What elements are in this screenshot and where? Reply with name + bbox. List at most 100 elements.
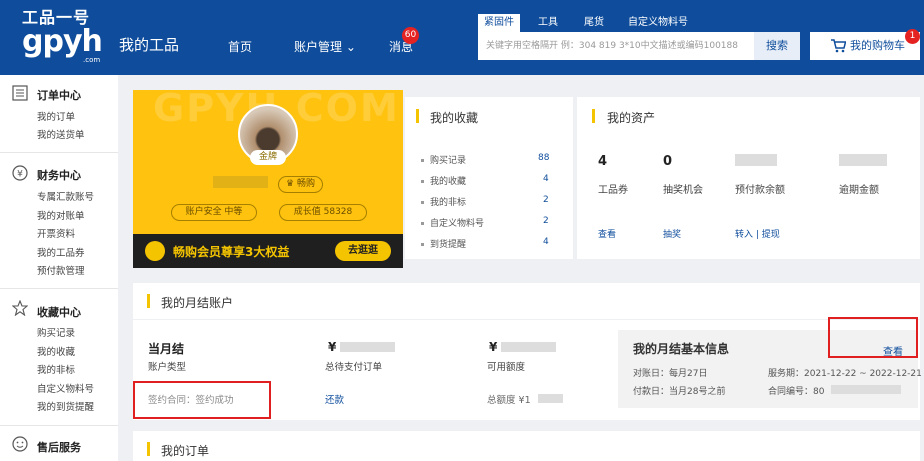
sidebar-divider xyxy=(0,288,118,289)
sidebar-item-purchase-history[interactable]: 购买记录 xyxy=(37,325,75,339)
search-button[interactable]: 搜索 xyxy=(754,32,800,60)
sidebar-item-my-orders[interactable]: 我的订单 xyxy=(37,109,75,123)
bullet xyxy=(421,243,424,246)
top-header: 工品一号 gpyh .com 我的工品 首页 账户管理 ⌄ 消息 60 紧固件 … xyxy=(0,0,924,75)
sidebar-divider xyxy=(0,425,118,426)
assets-card: 我的资产 4 工品券 查看 0 抽奖机会 抽奖 预付款余额 转入 | 提现 逾期… xyxy=(577,97,920,259)
overdue-value-redacted xyxy=(839,154,887,166)
growth-value[interactable]: 成长值 58328 xyxy=(279,204,367,221)
monthly-header: 我的月结账户 xyxy=(133,283,920,319)
site-logo[interactable]: 工品一号 gpyh .com xyxy=(22,9,103,65)
site-title: 我的工品 xyxy=(119,36,180,54)
pending-label: 总待支付订单 xyxy=(325,362,383,373)
sidebar-group-favorites: 收藏中心 xyxy=(37,306,81,319)
favorites-row-alerts[interactable]: 到货提醒 xyxy=(421,237,466,250)
tab-tools[interactable]: 工具 xyxy=(538,14,558,32)
favorites-title: 我的收藏 xyxy=(430,111,479,125)
logo-sub-text: .com xyxy=(83,56,101,64)
member-badge: ♛ 畅购 xyxy=(278,176,323,193)
row-label: 购买记录 xyxy=(430,156,467,166)
assets-title: 我的资产 xyxy=(607,111,656,125)
bullet xyxy=(421,201,424,204)
list-icon xyxy=(12,85,28,101)
sidebar-group-finance: 财务中心 xyxy=(37,169,81,182)
title-accent xyxy=(416,109,419,123)
service-period: 服务期：2021-12-22 ~ 2022-12-21 xyxy=(768,369,922,379)
pending-value-redacted xyxy=(340,342,395,352)
lottery-label: 抽奖机会 xyxy=(663,185,703,196)
row-count[interactable]: 4 xyxy=(543,237,549,247)
sidebar-group-after-sales[interactable]: 售后服务 xyxy=(37,439,81,455)
coupon-count: 4 xyxy=(598,154,608,169)
lottery-link[interactable]: 抽奖 xyxy=(663,227,681,240)
sidebar-item-delivery-notes[interactable]: 我的送货单 xyxy=(37,127,85,141)
search-input[interactable]: 关键字用空格隔开 例：304 819 3*10中文描述或编码100188 xyxy=(478,32,754,60)
row-count[interactable]: 88 xyxy=(538,153,549,163)
nav-home[interactable]: 首页 xyxy=(228,38,252,55)
tab-fasteners[interactable]: 紧固件 xyxy=(478,14,520,32)
sidebar-item-statements[interactable]: 我的对账单 xyxy=(37,208,85,222)
orders-card: 我的订单 xyxy=(133,431,920,461)
member-level-tag: 金牌 xyxy=(250,150,286,165)
bullet xyxy=(421,159,424,162)
monthly-title: 我的月结账户 xyxy=(161,296,234,310)
repay-link[interactable]: 还款 xyxy=(325,392,344,406)
svg-text:¥: ¥ xyxy=(17,170,23,180)
message-count-badge: 60 xyxy=(402,27,419,44)
coupon-label: 工品券 xyxy=(598,185,628,196)
available-value-redacted xyxy=(501,342,556,352)
yen-icon: ¥ xyxy=(12,165,28,181)
member-promo-text: 畅购会员尊享3大权益 xyxy=(173,245,290,259)
row-count[interactable]: 2 xyxy=(543,195,549,205)
available-symbol: ¥ xyxy=(489,340,498,354)
sidebar-item-prepayment[interactable]: 预付款管理 xyxy=(37,263,85,277)
sidebar-item-coupons[interactable]: 我的工品券 xyxy=(37,245,85,259)
row-label: 我的收藏 xyxy=(430,177,467,187)
row-label: 我的非标 xyxy=(430,198,467,208)
go-shopping-button[interactable]: 去逛逛 xyxy=(335,241,391,261)
prepayment-label: 预付款余额 xyxy=(735,185,785,196)
row-count[interactable]: 4 xyxy=(543,174,549,184)
favorites-card: 我的收藏 购买记录 88 我的收藏 4 我的非标 2 自定义物料号 2 到货提醒… xyxy=(405,97,573,259)
sidebar-item-nonstandard[interactable]: 我的非标 xyxy=(37,362,75,376)
highlight-box-contract xyxy=(133,381,271,419)
payment-day: 付款日：当月28号之前 xyxy=(633,387,726,397)
favorites-row-nonstandard[interactable]: 我的非标 xyxy=(421,195,466,208)
smile-icon xyxy=(12,436,28,452)
total-value-redacted xyxy=(538,394,563,403)
logo-main-text: gpyh xyxy=(22,24,103,59)
overdue-label: 逾期金额 xyxy=(839,185,879,196)
sidebar-item-arrival-alerts[interactable]: 我的到货提醒 xyxy=(37,399,94,413)
lottery-count: 0 xyxy=(663,154,673,169)
tab-clearance[interactable]: 尾货 xyxy=(584,14,604,32)
sidebar-item-my-favorites[interactable]: 我的收藏 xyxy=(37,344,75,358)
sidebar-group-orders: 订单中心 xyxy=(37,89,81,102)
cart-icon xyxy=(831,39,846,53)
favorites-row-purchase[interactable]: 购买记录 xyxy=(421,153,466,166)
cart-count-badge: 1 xyxy=(905,29,920,44)
prepayment-transfer-link[interactable]: 转入 | 提现 xyxy=(735,227,780,240)
cart-button[interactable]: 我的购物车 xyxy=(810,32,920,60)
account-type-value: 当月结 xyxy=(148,342,185,356)
sidebar: 订单中心 我的订单 我的送货单 ¥ 财务中心 专属汇款账号 我的对账单 开票资料… xyxy=(0,75,118,461)
sidebar-item-remit-account[interactable]: 专属汇款账号 xyxy=(37,189,94,203)
nav-account[interactable]: 账户管理 ⌄ xyxy=(294,38,356,55)
sidebar-divider xyxy=(0,152,118,153)
row-count[interactable]: 2 xyxy=(543,216,549,226)
sidebar-item-custom-material[interactable]: 自定义物料号 xyxy=(37,381,94,395)
available-label: 可用额度 xyxy=(487,362,526,373)
tab-custom-material[interactable]: 自定义物料号 xyxy=(628,14,688,32)
title-accent xyxy=(147,294,150,308)
coupon-view-link[interactable]: 查看 xyxy=(598,227,616,240)
total-credit: 总额度 ¥1 xyxy=(487,395,531,406)
bullet xyxy=(421,180,424,183)
member-card: GPYH.COM 金牌 ♛ 畅购 账户安全 中等 成长值 58328 畅购会员尊… xyxy=(133,90,403,268)
favorites-row-custom[interactable]: 自定义物料号 xyxy=(421,216,484,229)
star-icon xyxy=(12,300,28,316)
account-type-label: 账户类型 xyxy=(148,362,187,373)
sidebar-item-invoice-info[interactable]: 开票资料 xyxy=(37,226,75,240)
contract-number-redacted xyxy=(831,385,901,394)
bullet xyxy=(421,222,424,225)
favorites-row-favorites[interactable]: 我的收藏 xyxy=(421,174,466,187)
account-security[interactable]: 账户安全 中等 xyxy=(171,204,257,221)
